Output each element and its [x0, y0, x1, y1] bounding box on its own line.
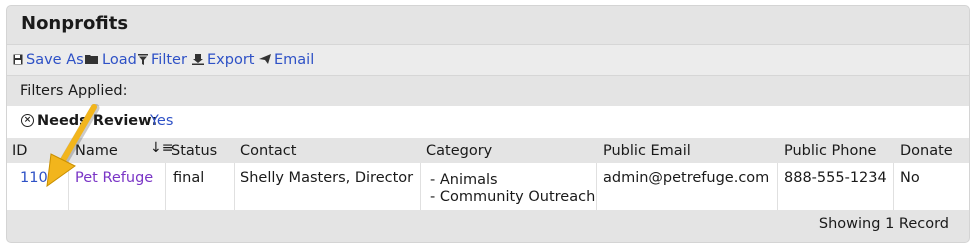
- filter-value[interactable]: Yes: [150, 113, 173, 129]
- column-header-public-email[interactable]: Public Email: [603, 143, 691, 159]
- save-as-label: Save As: [26, 52, 84, 68]
- column-divider: [596, 163, 597, 210]
- column-header-contact[interactable]: Contact: [240, 143, 296, 159]
- cell-contact: Shelly Masters, Director: [240, 170, 414, 186]
- toolbar: Save As Load Filter Export Email: [7, 44, 969, 76]
- export-icon: [192, 53, 204, 67]
- column-header-category[interactable]: Category: [426, 143, 492, 159]
- load-button[interactable]: Load: [85, 52, 137, 68]
- applied-filter: × Needs Review: Yes: [7, 106, 969, 138]
- page-title: Nonprofits: [21, 13, 129, 34]
- column-header-donate[interactable]: Donate: [900, 143, 953, 159]
- column-divider: [893, 163, 894, 210]
- column-divider: [165, 163, 166, 210]
- column-header-status[interactable]: Status: [171, 143, 217, 159]
- save-as-button[interactable]: Save As: [13, 52, 84, 68]
- column-divider: [777, 163, 778, 210]
- sort-descending-icon[interactable]: ↓≡: [150, 140, 173, 156]
- column-divider: [234, 163, 235, 210]
- cell-donate: No: [900, 170, 920, 186]
- folder-icon: [85, 54, 99, 66]
- remove-filter-icon[interactable]: ×: [21, 114, 34, 127]
- email-label: Email: [274, 52, 315, 68]
- column-header-id[interactable]: ID: [12, 143, 27, 159]
- nonprofits-panel: Nonprofits Save As Load Filter Export Em…: [6, 5, 970, 243]
- email-button[interactable]: Email: [259, 52, 314, 68]
- filters-applied-label: Filters Applied:: [20, 83, 128, 99]
- cell-public-email: admin@petrefuge.com: [603, 170, 770, 186]
- column-divider: [420, 163, 421, 210]
- load-label: Load: [102, 52, 137, 68]
- cell-public-phone: 888-555-1234: [784, 170, 887, 186]
- cell-category-item: - Animals: [430, 172, 498, 188]
- save-icon: [13, 54, 23, 67]
- export-label: Export: [207, 52, 255, 68]
- filter-button[interactable]: Filter: [138, 52, 187, 68]
- record-count: Showing 1 Record: [818, 216, 949, 232]
- export-button[interactable]: Export: [192, 52, 254, 68]
- cell-category-item: - Community Outreach: [430, 189, 596, 205]
- cell-status: final: [173, 170, 205, 186]
- annotation-arrow-icon: [46, 104, 100, 188]
- filter-icon: [138, 53, 148, 67]
- filter-label: Filter: [151, 52, 187, 68]
- paper-plane-icon: [259, 54, 271, 66]
- column-header-public-phone[interactable]: Public Phone: [784, 143, 876, 159]
